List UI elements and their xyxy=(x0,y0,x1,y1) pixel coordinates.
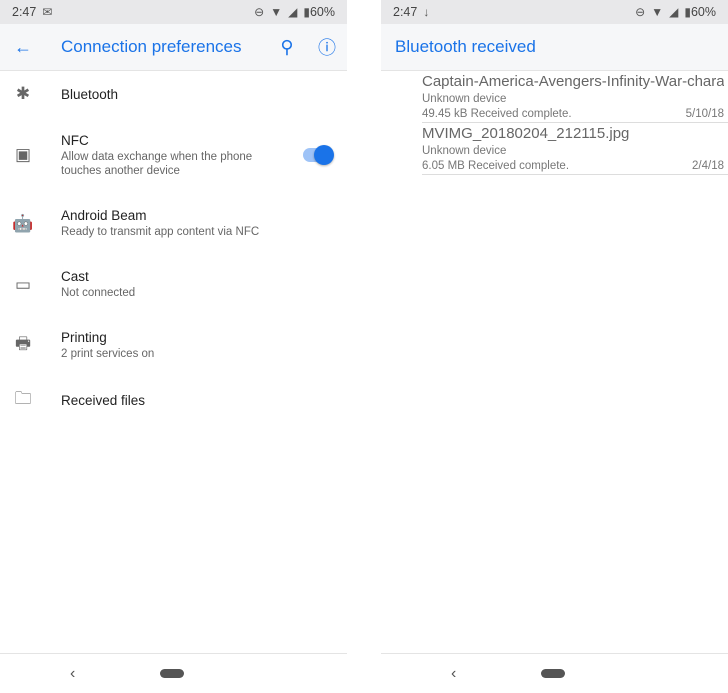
wifi-icon: ▼ xyxy=(270,5,283,19)
app-bar: ← Connection preferences ⚲ ⓘ xyxy=(0,24,347,71)
nav-home-pill[interactable] xyxy=(160,669,184,678)
nav-home-pill[interactable] xyxy=(541,669,565,678)
battery-icon: ▮ xyxy=(684,5,691,19)
cast-icon: ▭ xyxy=(14,274,32,294)
dnd-icon: ⊖ xyxy=(635,5,646,19)
navigation-bar: ‹ xyxy=(381,653,728,693)
setting-title: Android Beam xyxy=(61,208,147,223)
battery-icon: ▮ xyxy=(303,5,310,19)
wifi-icon: ▼ xyxy=(651,5,664,19)
dnd-icon: ⊖ xyxy=(254,5,265,19)
file-name: MVIMG_20180204_212115.jpg xyxy=(422,125,630,142)
page-title: Connection preferences xyxy=(61,37,242,56)
download-notification-icon: ↓ xyxy=(423,5,430,19)
signal-icon: ◢ xyxy=(669,5,679,19)
file-status: 49.45 kB Received complete. xyxy=(422,108,572,120)
setting-title: Received files xyxy=(61,392,146,408)
page-title: Bluetooth received xyxy=(395,37,536,56)
folder-icon: 🗀 xyxy=(14,388,32,408)
signal-icon: ◢ xyxy=(288,5,298,19)
nav-back-icon[interactable]: ‹ xyxy=(70,665,75,683)
android-icon: 🤖 xyxy=(12,213,34,233)
setting-android-beam[interactable]: 🤖 Android Beam Ready to transmit app con… xyxy=(0,193,347,254)
setting-subtitle: Allow data exchange when the phone touch… xyxy=(61,150,253,177)
printer-icon: 🖶 xyxy=(14,334,32,353)
status-bar: 2:47 ✉ ⊖ ▼ ◢ ▮ 60% xyxy=(0,0,347,24)
setting-title: Cast xyxy=(61,269,89,284)
status-time: 2:47 xyxy=(393,5,418,19)
help-icon[interactable]: ⓘ xyxy=(307,34,347,60)
battery-percent: 60% xyxy=(309,5,335,19)
file-date: 5/10/18 xyxy=(685,108,724,120)
received-file-item[interactable]: Captain-America-Avengers-Infinity-War-ch… xyxy=(422,71,728,123)
back-arrow-icon[interactable]: ← xyxy=(0,37,46,58)
nfc-toggle[interactable] xyxy=(303,145,334,165)
connection-preferences-screen: 2:47 ✉ ⊖ ▼ ◢ ▮ 60% ← Connection preferen… xyxy=(0,0,347,693)
file-date: 2/4/18 xyxy=(692,160,724,172)
setting-received-files[interactable]: 🗀 Received files xyxy=(0,376,347,424)
file-status: 6.05 MB Received complete. xyxy=(422,160,570,172)
search-icon[interactable]: ⚲ xyxy=(267,37,307,58)
received-file-item[interactable]: MVIMG_20180204_212115.jpg Unknown device… xyxy=(422,123,728,175)
file-device: Unknown device xyxy=(422,145,507,157)
battery-percent: 60% xyxy=(690,5,716,19)
status-time: 2:47 xyxy=(12,5,37,19)
setting-cast[interactable]: ▭ Cast Not connected xyxy=(0,254,347,315)
nfc-icon: ▣ xyxy=(14,145,32,164)
navigation-bar: ‹ xyxy=(0,653,347,693)
setting-printing[interactable]: 🖶 Printing 2 print services on xyxy=(0,315,347,376)
setting-title: Printing xyxy=(61,330,107,345)
file-device: Unknown device xyxy=(422,93,507,105)
setting-title: NFC xyxy=(61,132,89,148)
app-bar: Bluetooth received xyxy=(381,24,728,71)
setting-nfc[interactable]: ▣ NFC Allow data exchange when the phone… xyxy=(0,117,347,193)
status-bar: 2:47 ↓ ⊖ ▼ ◢ ▮ 60% xyxy=(381,0,728,24)
bluetooth-received-screen: 2:47 ↓ ⊖ ▼ ◢ ▮ 60% Bluetooth received Ca… xyxy=(381,0,728,693)
setting-bluetooth[interactable]: ✱ Bluetooth xyxy=(0,71,347,117)
setting-subtitle: Ready to transmit app content via NFC xyxy=(61,226,260,238)
file-name: Captain-America-Avengers-Infinity-War-ch… xyxy=(422,73,724,90)
setting-title: Bluetooth xyxy=(61,86,119,102)
nav-back-icon[interactable]: ‹ xyxy=(451,665,456,683)
setting-subtitle: 2 print services on xyxy=(61,348,155,360)
bluetooth-icon: ✱ xyxy=(15,84,31,103)
setting-subtitle: Not connected xyxy=(61,287,136,299)
gmail-notification-icon: ✉ xyxy=(42,5,53,19)
